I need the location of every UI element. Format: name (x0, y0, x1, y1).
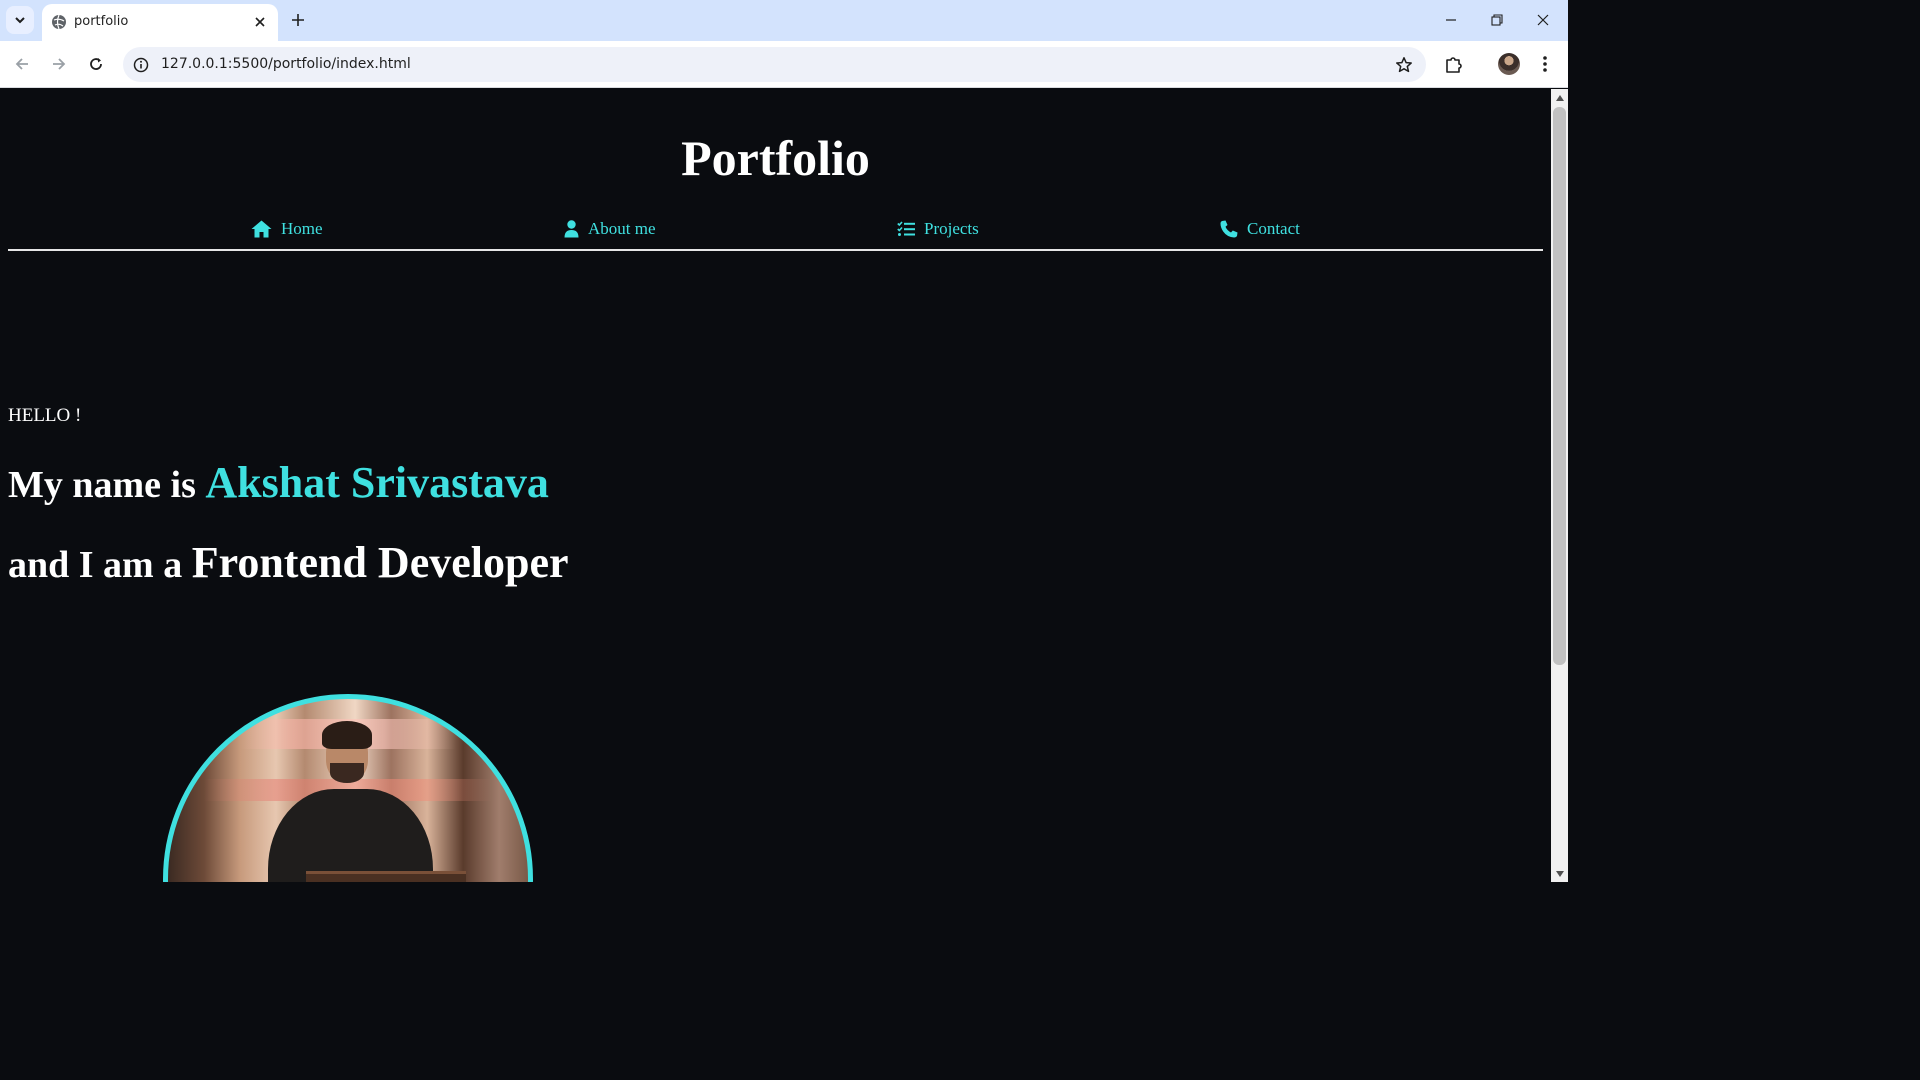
tab-search-button[interactable] (6, 6, 34, 34)
page-viewport: Portfolio Home About me Projects Contact… (0, 89, 1551, 882)
arrow-right-icon (53, 58, 66, 70)
close-window-button[interactable] (1520, 4, 1566, 36)
hero-line-name: My name is Akshat Srivastava (8, 457, 549, 508)
user-icon (564, 220, 579, 238)
restore-button[interactable] (1474, 4, 1520, 36)
scroll-up-arrow[interactable] (1554, 92, 1565, 103)
nav-item-projects[interactable]: Projects (897, 217, 979, 241)
extensions-button[interactable] (1441, 51, 1467, 77)
hero-name: Akshat Srivastava (205, 458, 549, 507)
reload-button[interactable] (81, 49, 111, 79)
hero-line-role: and I am a Frontend Developer (8, 537, 569, 588)
browser-toolbar: 127.0.0.1:5500/portfolio/index.html (0, 41, 1568, 88)
profile-avatar[interactable] (1498, 53, 1520, 75)
reload-icon (90, 58, 102, 70)
globe-icon (52, 14, 66, 30)
close-icon (1537, 14, 1549, 26)
home-icon (251, 220, 272, 238)
tab-title: portfolio (74, 14, 129, 29)
list-check-icon (897, 221, 915, 236)
restore-icon (1491, 14, 1503, 26)
nav-label-projects: Projects (924, 219, 979, 238)
triangle-down-icon (1555, 870, 1564, 877)
phone-icon (1220, 220, 1238, 238)
browser-tabstrip: portfolio (0, 0, 1568, 41)
minimize-button[interactable] (1428, 4, 1474, 36)
profile-photo (163, 694, 533, 882)
url-text: 127.0.0.1:5500/portfolio/index.html (161, 56, 411, 72)
hero-role-prefix: and I am a (8, 544, 183, 586)
hero-greeting: HELLO ! (8, 405, 82, 426)
site-info-button[interactable] (131, 55, 151, 75)
tab-close-button[interactable] (250, 12, 270, 32)
minimize-icon (1446, 19, 1456, 21)
hero-role: Frontend Developer (191, 538, 569, 587)
triangle-up-icon (1555, 94, 1564, 101)
page-scrollbar[interactable] (1551, 89, 1568, 882)
hero-name-prefix: My name is (8, 464, 196, 506)
chevron-down-icon (15, 17, 25, 24)
new-tab-button[interactable] (286, 8, 310, 32)
plus-icon (292, 14, 304, 26)
arrow-left-icon (15, 58, 28, 70)
nav-item-about[interactable]: About me (564, 217, 656, 241)
browser-menu-button[interactable] (1532, 51, 1558, 77)
puzzle-icon (1446, 57, 1462, 73)
forward-button[interactable] (44, 49, 74, 79)
back-button[interactable] (7, 49, 37, 79)
scrollbar-thumb[interactable] (1553, 107, 1566, 665)
info-icon (133, 57, 149, 73)
page-title: Portfolio (681, 130, 870, 186)
close-icon (255, 17, 265, 27)
nav-item-contact[interactable]: Contact (1220, 217, 1300, 241)
more-vert-icon (1543, 56, 1547, 72)
site-nav: Home About me Projects Contact (8, 217, 1543, 251)
address-bar[interactable]: 127.0.0.1:5500/portfolio/index.html (123, 47, 1426, 82)
bookmark-button[interactable] (1394, 55, 1414, 75)
nav-label-home: Home (281, 219, 323, 238)
scroll-down-arrow[interactable] (1554, 868, 1565, 879)
browser-tab[interactable]: portfolio (42, 4, 278, 41)
nav-label-about: About me (588, 219, 656, 238)
nav-label-contact: Contact (1247, 219, 1300, 238)
star-icon (1396, 57, 1412, 73)
nav-item-home[interactable]: Home (251, 217, 323, 241)
